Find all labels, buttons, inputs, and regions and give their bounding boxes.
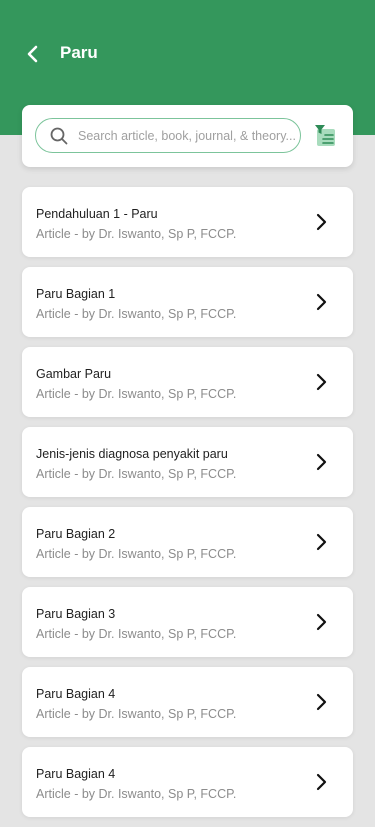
search-card — [22, 105, 353, 167]
search-icon — [50, 127, 68, 145]
page-title: Paru — [60, 43, 98, 62]
article-title: Paru Bagian 3 — [36, 607, 116, 621]
filter-button[interactable] — [314, 124, 338, 148]
chevron-right-icon — [316, 293, 327, 311]
article-title: Gambar Paru — [36, 367, 112, 381]
article-title: Paru Bagian 4 — [36, 767, 116, 781]
chevron-right-icon — [316, 373, 327, 391]
article-subtitle: Article - by Dr. Iswanto, Sp P, FCCP. — [36, 307, 237, 321]
article-subtitle: Article - by Dr. Iswanto, Sp P, FCCP. — [36, 707, 237, 721]
list-item[interactable]: Gambar Paru Article - by Dr. Iswanto, Sp… — [22, 347, 353, 417]
list-item[interactable]: Pendahuluan 1 - Paru Article - by Dr. Is… — [22, 187, 353, 257]
list-item[interactable]: Paru Bagian 3 Article - by Dr. Iswanto, … — [22, 587, 353, 657]
article-subtitle: Article - by Dr. Iswanto, Sp P, FCCP. — [36, 227, 237, 241]
article-subtitle: Article - by Dr. Iswanto, Sp P, FCCP. — [36, 627, 237, 641]
list-item[interactable]: Paru Bagian 2 Article - by Dr. Iswanto, … — [22, 507, 353, 577]
article-subtitle: Article - by Dr. Iswanto, Sp P, FCCP. — [36, 387, 237, 401]
list-item[interactable]: Jenis-jenis diagnosa penyakit paru Artic… — [22, 427, 353, 497]
filter-icon — [315, 125, 335, 146]
article-title: Paru Bagian 1 — [36, 287, 116, 301]
article-title: Paru Bagian 2 — [36, 527, 116, 541]
article-subtitle: Article - by Dr. Iswanto, Sp P, FCCP. — [36, 787, 237, 801]
list-item[interactable]: Paru Bagian 4 Article - by Dr. Iswanto, … — [22, 747, 353, 817]
chevron-right-icon — [316, 213, 327, 231]
chevron-right-icon — [316, 693, 327, 711]
chevron-left-icon — [27, 45, 38, 63]
list-item[interactable]: Paru Bagian 1 Article - by Dr. Iswanto, … — [22, 267, 353, 337]
search-box[interactable] — [35, 118, 301, 153]
chevron-right-icon — [316, 533, 327, 551]
back-button[interactable] — [20, 41, 46, 67]
article-title: Jenis-jenis diagnosa penyakit paru — [36, 447, 228, 461]
list-item[interactable]: Paru Bagian 4 Article - by Dr. Iswanto, … — [22, 667, 353, 737]
chevron-right-icon — [316, 613, 327, 631]
article-subtitle: Article - by Dr. Iswanto, Sp P, FCCP. — [36, 547, 237, 561]
chevron-right-icon — [316, 773, 327, 791]
article-title: Pendahuluan 1 - Paru — [36, 207, 158, 221]
article-list: Pendahuluan 1 - Paru Article - by Dr. Is… — [22, 187, 353, 827]
article-title: Paru Bagian 4 — [36, 687, 116, 701]
article-subtitle: Article - by Dr. Iswanto, Sp P, FCCP. — [36, 467, 237, 481]
search-input[interactable] — [78, 119, 296, 152]
chevron-right-icon — [316, 453, 327, 471]
